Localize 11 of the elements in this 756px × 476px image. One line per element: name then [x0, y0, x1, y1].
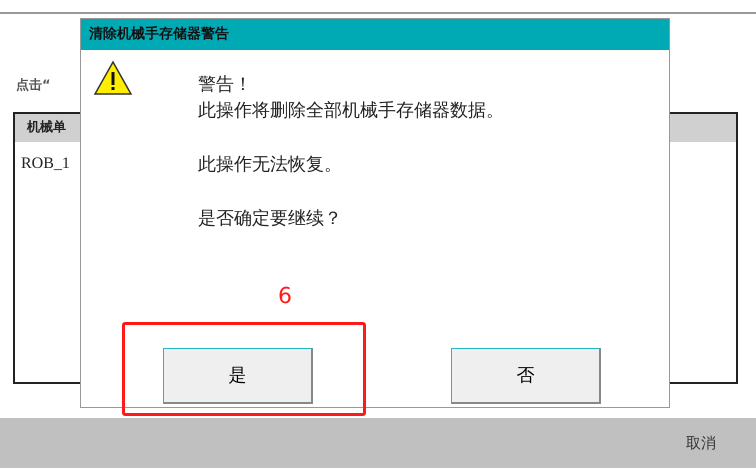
- message-text: 此操作无法恢复。: [198, 153, 343, 177]
- dialog-button[interactable]: 否: [451, 348, 601, 404]
- warning-heading: 警告！: [198, 73, 253, 97]
- message-text: 是否确定要继续？: [198, 207, 343, 231]
- dialog-button[interactable]: 是: [163, 348, 313, 404]
- table-cell-text: ROB_1: [20, 154, 71, 174]
- warning-icon: [93, 60, 133, 96]
- step-number: 6: [278, 283, 292, 311]
- instruction-text: 点击“: [16, 77, 51, 95]
- cancel-button[interactable]: 取消: [686, 432, 716, 454]
- dialog-title: 清除机械手存储器警告: [81, 19, 669, 50]
